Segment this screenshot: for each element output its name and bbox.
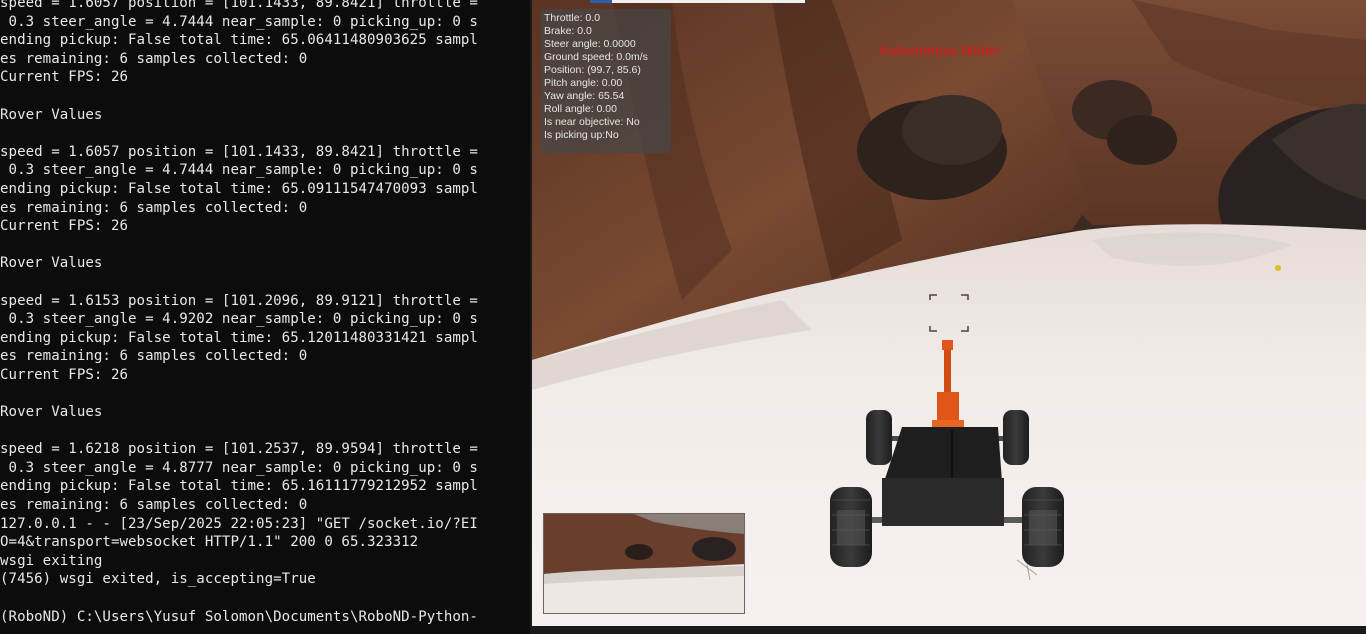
hud-picking-up: Is picking up:No bbox=[544, 129, 619, 141]
hud-ground-speed: Ground speed: 0.0m/s bbox=[544, 51, 648, 63]
telemetry-panel: Throttle: 0.0 Brake: 0.0 Steer angle: 0.… bbox=[541, 9, 671, 153]
hud-near-objective: Is near objective: No bbox=[544, 116, 640, 128]
hud-position: Position: (99.7, 85.6) bbox=[544, 64, 641, 76]
camera-preview bbox=[543, 513, 745, 614]
hud-roll: Roll angle: 0.00 bbox=[544, 103, 617, 115]
terminal-window[interactable]: speed = 1.6057 position = [101.1433, 89.… bbox=[0, 0, 530, 634]
mode-label: Autonomous Mode! bbox=[879, 42, 1001, 58]
hud-pitch: Pitch angle: 0.00 bbox=[544, 77, 623, 89]
hud-steer-angle: Steer angle: 0.0000 bbox=[544, 38, 636, 50]
hud-throttle: Throttle: 0.0 bbox=[544, 12, 601, 24]
window-top-strip bbox=[590, 0, 805, 3]
simulator-bottom-bar bbox=[532, 626, 1366, 634]
window-top-accent bbox=[590, 0, 612, 3]
hud-brake: Brake: 0.0 bbox=[544, 25, 592, 37]
hud-yaw: Yaw angle: 65.54 bbox=[544, 90, 625, 102]
camera-preview-scene bbox=[544, 514, 744, 613]
terminal-output: speed = 1.6057 position = [101.1433, 89.… bbox=[0, 0, 478, 625]
